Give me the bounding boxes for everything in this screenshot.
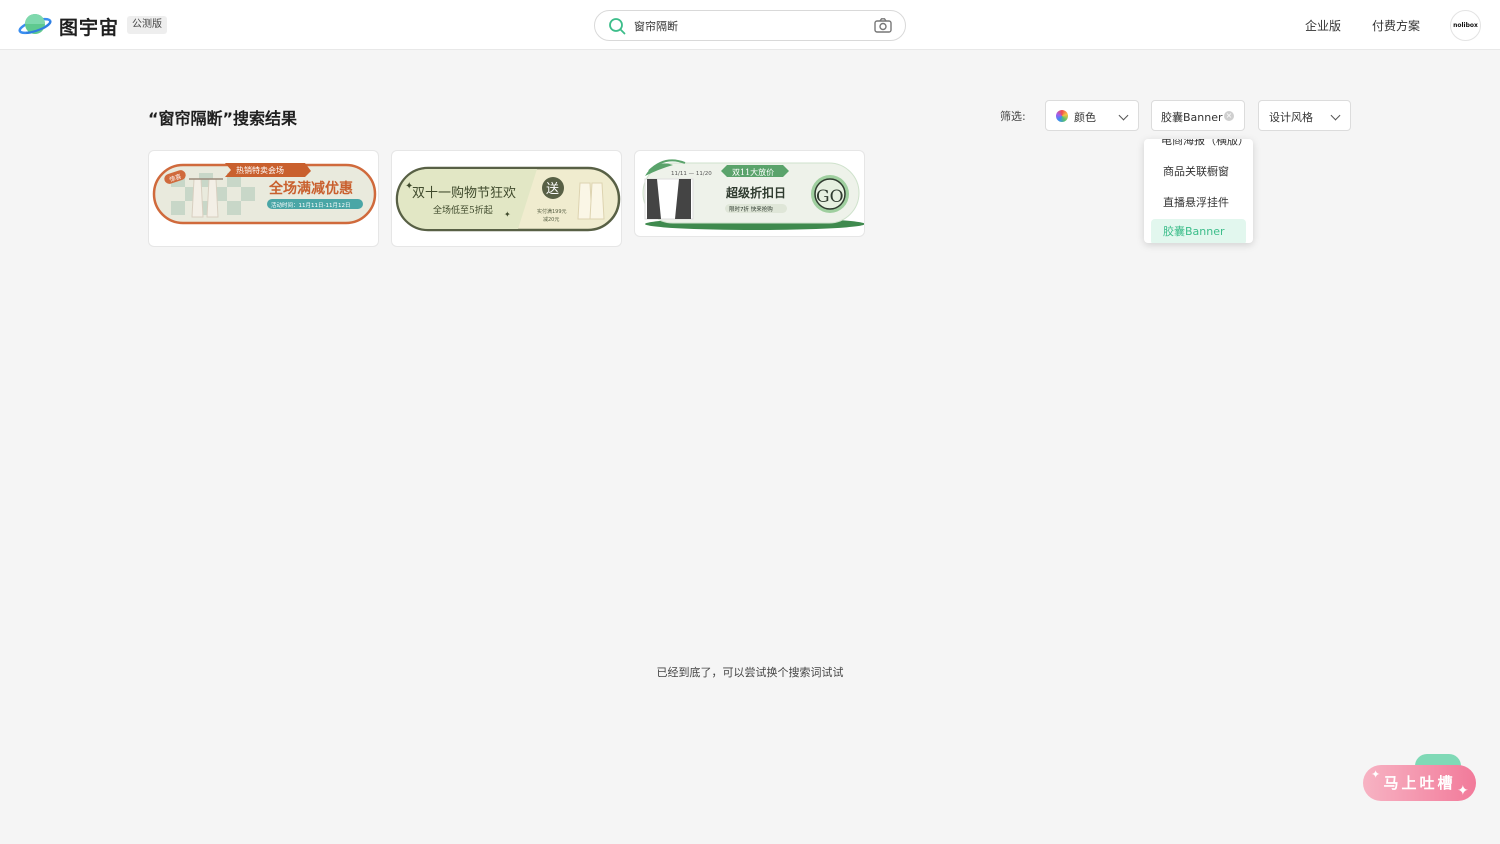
color-filter[interactable]: 颜色 <box>1045 100 1139 131</box>
sparkle-icon: ✦ <box>1371 768 1381 781</box>
filter-label: 筛选: <box>1000 110 1026 123</box>
color-wheel-icon <box>1056 110 1068 122</box>
category-dropdown[interactable]: 电商海报（横版） 商品关联橱窗 直播悬浮挂件 胶囊Banner <box>1144 139 1253 243</box>
card3-sub: 限时7折 快来抢购 <box>729 205 773 213</box>
sparkle-icon: ✦ <box>1457 783 1469 799</box>
card2-sub: 全场低至5折起 <box>433 204 493 216</box>
brand-name[interactable]: 图宇宙 <box>59 13 119 40</box>
dropdown-item[interactable]: 商品关联橱窗 <box>1151 159 1246 185</box>
result-card[interactable]: 11/11 — 11/20 双11大放价 超级折扣日 限时7折 快来抢购 GO <box>634 150 865 237</box>
svg-text:✦: ✦ <box>405 181 413 192</box>
banner-thumbnail: 11/11 — 11/20 双11大放价 超级折扣日 限时7折 快来抢购 GO <box>642 159 864 230</box>
feedback-button[interactable]: 马上吐槽 ✦ ✦ <box>1363 754 1476 801</box>
dropdown-item-selected[interactable]: 胶囊Banner <box>1151 219 1246 243</box>
planet-logo-icon[interactable] <box>18 11 52 39</box>
banner-thumbnail: 惊喜 热销特卖会场 全场满减优惠 活动时间：11月11日-11月12日 <box>152 163 377 225</box>
search-input[interactable]: 窗帘隔断 <box>634 18 678 34</box>
card3-headline: 超级折扣日 <box>725 185 786 200</box>
card3-badge: GO <box>816 187 844 207</box>
nav-pricing[interactable]: 付费方案 <box>1372 17 1420 34</box>
result-card[interactable]: 双十一购物节狂欢 全场低至5折起 ✦ ✦ 送 实付满199元 减20元 <box>391 150 622 247</box>
svg-text:✦: ✦ <box>504 210 511 219</box>
color-filter-label: 颜色 <box>1074 111 1096 124</box>
search-bar[interactable]: 窗帘隔断 <box>594 10 906 41</box>
banner-thumbnail: 双十一购物节狂欢 全场低至5折起 ✦ ✦ 送 实付满199元 减20元 <box>395 166 621 232</box>
dropdown-item[interactable]: 直播悬浮挂件 <box>1151 190 1246 216</box>
card1-sub: 活动时间：11月11日-11月12日 <box>271 201 350 209</box>
result-card[interactable]: 惊喜 热销特卖会场 全场满减优惠 活动时间：11月11日-11月12日 <box>148 150 379 247</box>
top-header: 图宇宙 公测版 窗帘隔断 企业版 付费方案 nolibox <box>0 0 1500 50</box>
card2-badge: 送 <box>546 182 559 197</box>
card2-side-line1: 实付满199元 <box>537 208 567 215</box>
avatar[interactable]: nolibox <box>1450 10 1481 41</box>
end-of-results-text: 已经到底了，可以尝试换个搜索词试试 <box>656 666 844 679</box>
dropdown-item[interactable]: 电商海报（横版） <box>1149 139 1249 154</box>
category-filter-label: 胶囊Banner <box>1161 111 1223 124</box>
search-icon <box>609 18 626 35</box>
category-filter[interactable]: 胶囊Banner × <box>1151 100 1245 131</box>
chevron-down-icon <box>1330 110 1341 121</box>
chevron-down-icon <box>1118 110 1129 121</box>
card2-side-line2: 减20元 <box>543 216 559 223</box>
card2-headline: 双十一购物节狂欢 <box>412 185 516 201</box>
card3-date: 11/11 — 11/20 <box>671 171 712 177</box>
card1-top-label: 热销特卖会场 <box>236 165 284 175</box>
style-filter-label: 设计风格 <box>1269 111 1313 124</box>
beta-badge: 公测版 <box>127 16 167 34</box>
card3-top-label: 双11大放价 <box>732 167 774 177</box>
camera-icon[interactable] <box>874 17 892 34</box>
nav-enterprise[interactable]: 企业版 <box>1305 17 1341 34</box>
page-title: “窗帘隔断”搜索结果 <box>148 109 298 128</box>
card1-headline: 全场满减优惠 <box>268 180 353 197</box>
clear-icon[interactable]: × <box>1224 111 1234 121</box>
style-filter[interactable]: 设计风格 <box>1258 100 1351 131</box>
